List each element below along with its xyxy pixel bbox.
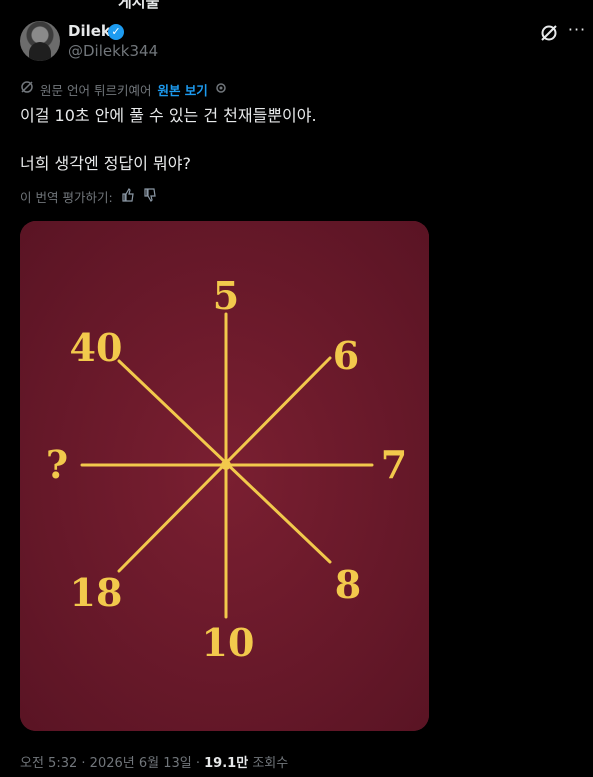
- more-icon[interactable]: ···: [566, 20, 588, 42]
- puzzle-number-bottom-right: 8: [335, 562, 361, 607]
- tweet-time[interactable]: 오전 5:32: [20, 756, 77, 771]
- puzzle-number-bottom-left: 18: [70, 570, 123, 615]
- center-dot: [221, 460, 231, 470]
- tweet-date[interactable]: 2026년 6월 13일: [90, 756, 192, 771]
- puzzle-number-top-left: 40: [70, 325, 123, 370]
- tweet-text: 이걸 10초 안에 풀 수 있는 건 천재들뿐이야. 너희 생각엔 정답이 뭐야…: [20, 104, 560, 176]
- puzzle-number-right: 7: [381, 442, 407, 487]
- verified-badge-icon: ✓: [108, 24, 124, 40]
- avatar[interactable]: [20, 21, 60, 61]
- rate-label: 이 번역 평가하기:: [20, 190, 113, 205]
- show-original-link[interactable]: 원본 보기: [157, 80, 207, 99]
- thumbs-down-icon[interactable]: [143, 187, 157, 206]
- view-count[interactable]: 19.1만: [204, 756, 248, 771]
- puzzle-number-left: ?: [46, 442, 68, 487]
- tweet-meta: 오전 5:32 · 2026년 6월 13일 · 19.1만 조회수: [20, 756, 289, 771]
- puzzle-graphic: 5 6 7 8 10 18 ? 40: [20, 221, 429, 731]
- puzzle-image[interactable]: 5 6 7 8 10 18 ? 40: [20, 221, 429, 731]
- puzzle-number-top-right: 6: [333, 333, 359, 378]
- thumbs-up-icon[interactable]: [121, 187, 135, 206]
- tweet-line-1: 이걸 10초 안에 풀 수 있는 건 천재들뿐이야.: [20, 106, 317, 125]
- rate-translation-row: 이 번역 평가하기:: [20, 187, 157, 206]
- puzzle-number-bottom: 10: [202, 620, 255, 665]
- settings-gear-icon[interactable]: [214, 81, 228, 98]
- header-cutoff: 게시물: [0, 0, 593, 14]
- grok-icon[interactable]: [538, 22, 560, 44]
- translation-note: 원문 언어 튀르키예어: [40, 82, 152, 98]
- translate-icon: [20, 80, 34, 98]
- translation-row: 원문 언어 튀르키예어 원본 보기: [20, 80, 228, 98]
- view-count-label: 조회수: [252, 756, 289, 771]
- user-handle[interactable]: @Dilekk344: [68, 42, 158, 60]
- tweet-line-2: 너희 생각엔 정답이 뭐야?: [20, 154, 191, 173]
- header-cut-text: 게시물: [118, 0, 160, 11]
- display-name[interactable]: Dilek: [68, 22, 111, 40]
- puzzle-number-top: 5: [213, 273, 239, 318]
